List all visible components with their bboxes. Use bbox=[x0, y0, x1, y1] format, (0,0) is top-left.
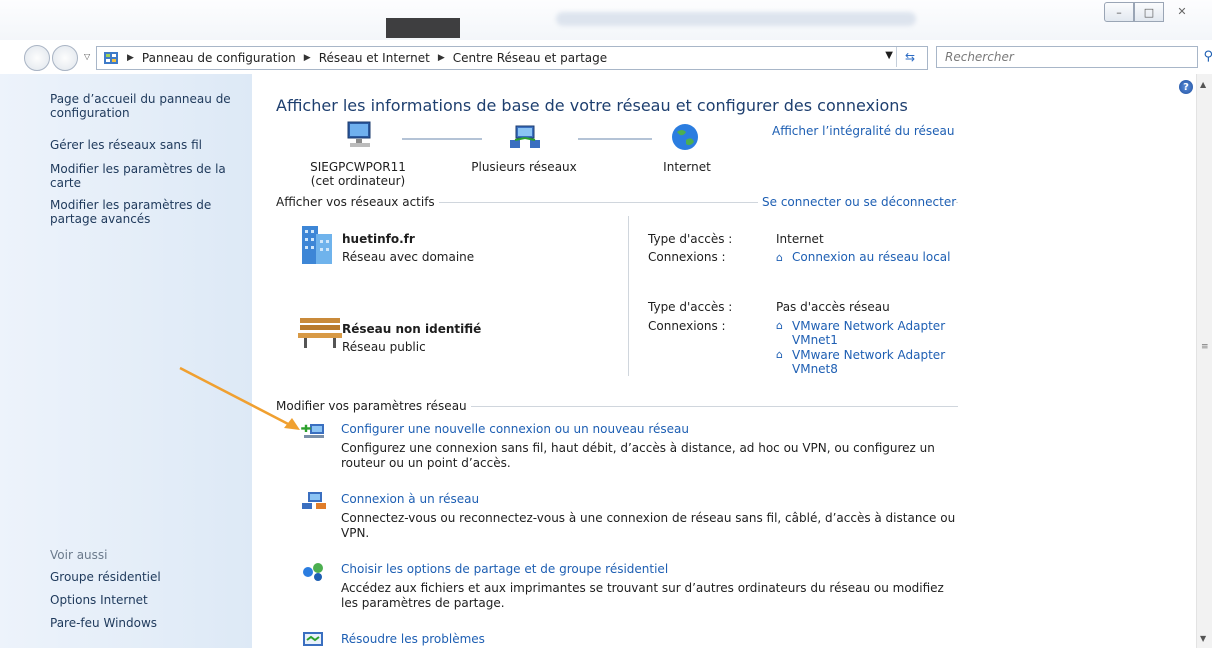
map-connector bbox=[578, 138, 652, 140]
task-connect-network[interactable]: Connexion à un réseau bbox=[341, 492, 479, 506]
network-adapter-icon: ⌂ bbox=[776, 251, 783, 264]
connect-network-icon bbox=[302, 492, 326, 509]
sidebar-link-home[interactable]: Page d’accueil du panneau de configurati… bbox=[50, 92, 240, 120]
title-bar: – □ ✕ bbox=[0, 0, 1212, 40]
public-network-bench-icon bbox=[298, 318, 342, 348]
see-also-homegroup[interactable]: Groupe résidentiel bbox=[50, 570, 240, 584]
back-button[interactable] bbox=[24, 45, 50, 71]
active-networks-header: Afficher vos réseaux actifs bbox=[276, 195, 439, 209]
map-connector bbox=[402, 138, 482, 140]
domain-network-icon bbox=[302, 226, 332, 264]
access-type-value: Pas d'accès réseau bbox=[776, 300, 890, 314]
scroll-down-icon[interactable]: ▼ bbox=[1200, 634, 1206, 643]
search-icon[interactable]: ⚲ bbox=[1203, 49, 1212, 64]
crumb-separator-icon: ▶ bbox=[127, 53, 134, 63]
window-controls: – □ ✕ bbox=[1104, 2, 1200, 22]
modify-settings-header: Modifier vos paramètres réseau bbox=[276, 399, 471, 413]
crumb-separator-icon[interactable]: ▶ bbox=[304, 53, 311, 63]
network-name: Réseau non identifié bbox=[342, 322, 482, 336]
sidebar-link-adapter[interactable]: Modifier les paramètres de la carte bbox=[50, 162, 240, 190]
help-icon[interactable]: ? bbox=[1179, 80, 1193, 94]
multiple-networks-label: Plusieurs réseaux bbox=[471, 160, 577, 174]
network-divider bbox=[628, 216, 629, 376]
close-button[interactable]: ✕ bbox=[1164, 2, 1200, 20]
scroll-grip-icon[interactable]: ≡ bbox=[1201, 342, 1209, 352]
access-type-label: Type d'accès : bbox=[648, 300, 733, 314]
computer-sub: (cet ordinateur) bbox=[310, 174, 406, 188]
sidebar-link-sharing[interactable]: Modifier les paramètres de partage avanc… bbox=[50, 198, 240, 226]
vertical-scrollbar[interactable]: ▲ ≡ ▼ bbox=[1196, 74, 1212, 648]
search-input[interactable]: Rechercher ⚲ bbox=[936, 46, 1212, 68]
see-also-internet-options[interactable]: Options Internet bbox=[50, 593, 240, 607]
title-thumbnail bbox=[386, 18, 460, 38]
network-adapter-icon: ⌂ bbox=[776, 319, 783, 332]
network-adapter-icon: ⌂ bbox=[776, 348, 783, 361]
computer-icon bbox=[347, 121, 371, 147]
multiple-networks-icon[interactable] bbox=[508, 122, 542, 152]
minimize-button[interactable]: – bbox=[1104, 2, 1134, 22]
internet-globe-icon[interactable] bbox=[670, 122, 700, 152]
network-name: huetinfo.fr bbox=[342, 232, 415, 246]
task-desc: Accédez aux fichiers et aux imprimantes … bbox=[341, 581, 944, 610]
sidebar: Page d’accueil du panneau de configurati… bbox=[0, 74, 252, 648]
search-placeholder: Rechercher bbox=[945, 50, 1014, 64]
breadcrumb-network-internet[interactable]: Réseau et Internet bbox=[319, 51, 430, 65]
window-title-blur bbox=[556, 12, 916, 26]
access-type-label: Type d'accès : bbox=[648, 232, 733, 246]
address-row: ▽ ▶ Panneau de configuration ▶ Réseau et… bbox=[0, 40, 1212, 74]
new-connection-icon bbox=[301, 424, 324, 438]
network-type[interactable]: Réseau avec domaine bbox=[342, 250, 474, 264]
page-title: Afficher les informations de base de vot… bbox=[276, 96, 908, 115]
computer-name: SIEGPCWPOR11 bbox=[310, 160, 406, 174]
connections-label: Connexions : bbox=[648, 319, 726, 333]
see-also-title: Voir aussi bbox=[50, 548, 108, 562]
address-dropdown-icon[interactable]: ▼ bbox=[885, 50, 893, 61]
network-type[interactable]: Réseau public bbox=[342, 340, 426, 354]
connections-label: Connexions : bbox=[648, 250, 726, 264]
task-sharing-options[interactable]: Choisir les options de partage et de gro… bbox=[341, 562, 668, 576]
address-bar[interactable]: ▶ Panneau de configuration ▶ Réseau et I… bbox=[96, 46, 928, 70]
history-dropdown-icon[interactable]: ▽ bbox=[84, 52, 90, 61]
refresh-icon[interactable]: ⇆ bbox=[896, 47, 923, 67]
breadcrumb-network-center[interactable]: Centre Réseau et partage bbox=[453, 51, 607, 65]
task-troubleshoot[interactable]: Résoudre les problèmes bbox=[341, 632, 485, 646]
access-type-value: Internet bbox=[776, 232, 824, 246]
task-desc: Configurez une connexion sans fil, haut … bbox=[341, 441, 935, 470]
internet-label: Internet bbox=[663, 160, 711, 174]
forward-button[interactable] bbox=[52, 45, 78, 71]
crumb-separator-icon[interactable]: ▶ bbox=[438, 53, 445, 63]
task-desc: Connectez-vous ou reconnectez-vous à une… bbox=[341, 511, 956, 540]
control-panel-icon bbox=[104, 52, 118, 64]
connection-link-vmnet8[interactable]: ⌂ VMware Network Adapter VMnet8 bbox=[776, 348, 976, 376]
sidebar-link-wireless[interactable]: Gérer les réseaux sans fil bbox=[50, 138, 240, 152]
maximize-button[interactable]: □ bbox=[1134, 2, 1164, 22]
scroll-up-icon[interactable]: ▲ bbox=[1200, 80, 1206, 89]
breadcrumb-control-panel[interactable]: Panneau de configuration bbox=[142, 51, 296, 65]
connection-link-lan[interactable]: ⌂ Connexion au réseau local bbox=[776, 250, 976, 265]
see-also-firewall[interactable]: Pare-feu Windows bbox=[50, 616, 240, 630]
full-map-link[interactable]: Afficher l’intégralité du réseau bbox=[772, 124, 954, 138]
connect-disconnect-link[interactable]: Se connecter ou se déconnecter bbox=[758, 195, 957, 209]
connection-link-vmnet1[interactable]: ⌂ VMware Network Adapter VMnet1 bbox=[776, 319, 976, 347]
task-setup-connection[interactable]: Configurer une nouvelle connexion ou un … bbox=[341, 422, 689, 436]
main-content: Afficher les informations de base de vot… bbox=[252, 74, 1196, 648]
troubleshoot-icon bbox=[303, 632, 323, 646]
sharing-options-icon bbox=[303, 563, 323, 581]
